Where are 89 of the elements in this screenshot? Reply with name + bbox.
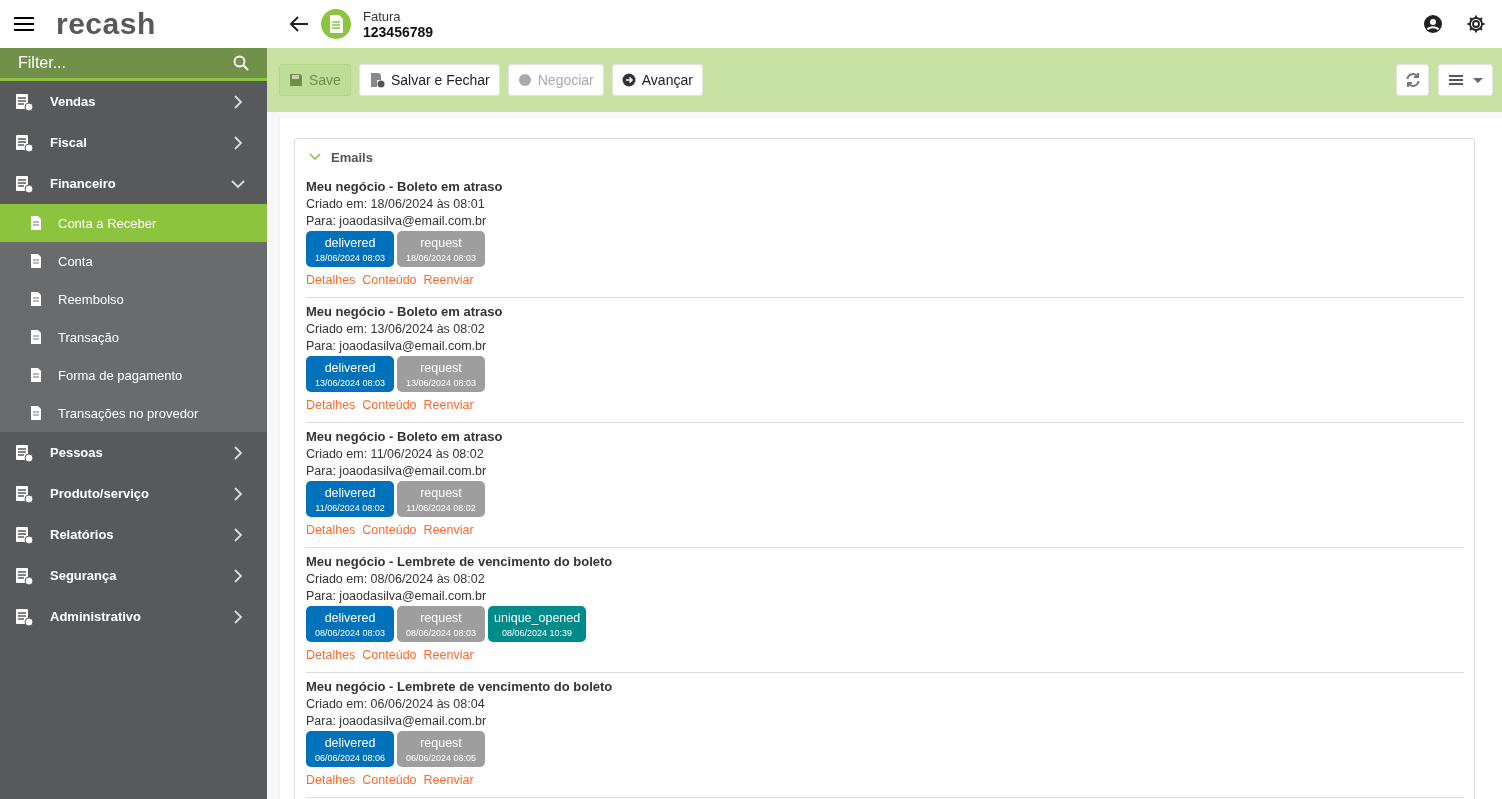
email-link[interactable]: Detalhes: [306, 648, 356, 662]
email-link[interactable]: Reenviar: [423, 398, 474, 412]
email-link[interactable]: Conteúdo: [362, 773, 417, 787]
email-link[interactable]: Conteúdo: [362, 273, 417, 287]
email-subject: Meu negócio - Lembrete de vencimento do boleto: [306, 553, 614, 571]
module-icon: [14, 524, 34, 545]
event-tag: delivered 18/06/2024 08:03: [306, 231, 394, 267]
event-tag: delivered 08/06/2024 08:03: [306, 606, 394, 642]
module-icon: [14, 606, 34, 627]
menu-dropdown-button[interactable]: [1438, 64, 1493, 96]
email-subject: Meu negócio - Boleto em atraso: [306, 303, 504, 321]
page-icon: [28, 329, 44, 345]
settings-icon[interactable]: [1466, 14, 1486, 34]
email-subject: Meu negócio - Lembrete de vencimento do boleto: [306, 678, 614, 696]
email-created: Criado em: 18/06/2024 às 08:01: [306, 196, 486, 213]
email-recipient: Para: joaodasilva@email.com.br: [306, 463, 488, 480]
search-icon: [233, 55, 249, 71]
module-icon: [14, 132, 34, 153]
sidebar-item[interactable]: Reembolso: [0, 280, 267, 318]
event-tag: unique_opened 08/06/2024 10:39: [488, 606, 587, 642]
module-icon: [14, 565, 34, 586]
toolbar-button[interactable]: Salvar e Fechar: [358, 64, 500, 96]
sidebar-group-item[interactable]: Financeiro: [0, 163, 267, 204]
logo: recash: [56, 7, 156, 41]
email-link[interactable]: Reenviar: [423, 273, 474, 287]
email-recipient: Para: joaodasilva@email.com.br: [306, 213, 488, 230]
page-icon: [28, 291, 44, 307]
event-tag: request 18/06/2024 08:03: [397, 231, 485, 267]
email-link[interactable]: Detalhes: [306, 398, 356, 412]
page-icon: [28, 405, 44, 421]
filter-field[interactable]: Filter...: [16, 53, 233, 73]
email-link[interactable]: Reenviar: [423, 648, 474, 662]
email-recipient: Para: joaodasilva@email.com.br: [306, 588, 488, 605]
sidebar-group-item[interactable]: Administrativo: [0, 596, 267, 637]
sidebar-item[interactable]: Conta: [0, 242, 267, 280]
event-tag: request 11/06/2024 08:02: [397, 481, 485, 517]
email-link[interactable]: Detalhes: [306, 523, 356, 537]
sidebar-item[interactable]: Conta a Receber: [0, 204, 267, 242]
module-icon: [14, 442, 34, 463]
email-link[interactable]: Reenviar: [423, 523, 474, 537]
email-subject: Meu negócio - Boleto em atraso: [306, 428, 504, 446]
page-icon: [28, 253, 44, 269]
toolbar-button[interactable]: Avançar: [611, 64, 703, 96]
event-tag: delivered 06/06/2024 08:06: [306, 731, 394, 767]
event-tag: delivered 13/06/2024 08:03: [306, 356, 394, 392]
email-link[interactable]: Detalhes: [306, 773, 356, 787]
email-link[interactable]: Conteúdo: [362, 398, 417, 412]
list-caret-icon: [1448, 74, 1483, 86]
refresh-button[interactable]: [1396, 64, 1429, 96]
email-created: Criado em: 13/06/2024 às 08:02: [306, 321, 486, 338]
menu-icon[interactable]: [14, 16, 34, 32]
sidebar-item[interactable]: Forma de pagamento: [0, 356, 267, 394]
event-tag: request 08/06/2024 08:03: [397, 606, 485, 642]
record-number: 123456789: [363, 23, 434, 40]
sidebar-group-item[interactable]: Segurança: [0, 555, 267, 596]
email-link[interactable]: Reenviar: [423, 773, 474, 787]
sidebar-group-item[interactable]: Pessoas: [0, 432, 267, 473]
refresh-icon: [1404, 72, 1421, 88]
sidebar-group-item[interactable]: Fiscal: [0, 122, 267, 163]
event-tag: request 06/06/2024 08:05: [397, 731, 485, 767]
email-link[interactable]: Detalhes: [306, 273, 356, 287]
sidebar-group-item[interactable]: Relatórios: [0, 514, 267, 555]
user-icon[interactable]: [1424, 15, 1442, 33]
email-link[interactable]: Conteúdo: [362, 648, 417, 662]
module-icon: [14, 91, 34, 112]
email-created: Criado em: 11/06/2024 às 08:02: [306, 446, 485, 463]
email-subject: Meu negócio - Boleto em atraso: [306, 178, 504, 196]
save-close-icon: [368, 72, 385, 88]
page-icon: [28, 215, 44, 231]
module-icon: [14, 173, 34, 194]
back-arrow-icon[interactable]: [289, 16, 309, 32]
record-type: Fatura: [363, 8, 402, 24]
event-tag: request 13/06/2024 08:03: [397, 356, 485, 392]
email-recipient: Para: joaodasilva@email.com.br: [306, 338, 488, 355]
sidebar-item[interactable]: Transação: [0, 318, 267, 356]
arrow-circle-icon: [621, 73, 636, 87]
email-link[interactable]: Conteúdo: [362, 523, 417, 537]
email-created: Criado em: 08/06/2024 às 08:02: [306, 571, 486, 588]
filter-bar[interactable]: Filter...: [0, 48, 267, 81]
event-tag: delivered 11/06/2024 08:02: [306, 481, 394, 517]
sidebar-group-item[interactable]: Vendas: [0, 81, 267, 122]
sidebar-group-item[interactable]: Produto/serviço: [0, 473, 267, 514]
module-icon: [14, 483, 34, 504]
panel-title: Emails: [331, 149, 373, 165]
email-recipient: Para: joaodasilva@email.com.br: [306, 713, 488, 730]
email-created: Criado em: 06/06/2024 às 08:04: [306, 696, 486, 713]
invoice-icon: [321, 9, 351, 39]
sidebar-item[interactable]: Transações no provedor: [0, 394, 267, 432]
page-icon: [28, 367, 44, 383]
